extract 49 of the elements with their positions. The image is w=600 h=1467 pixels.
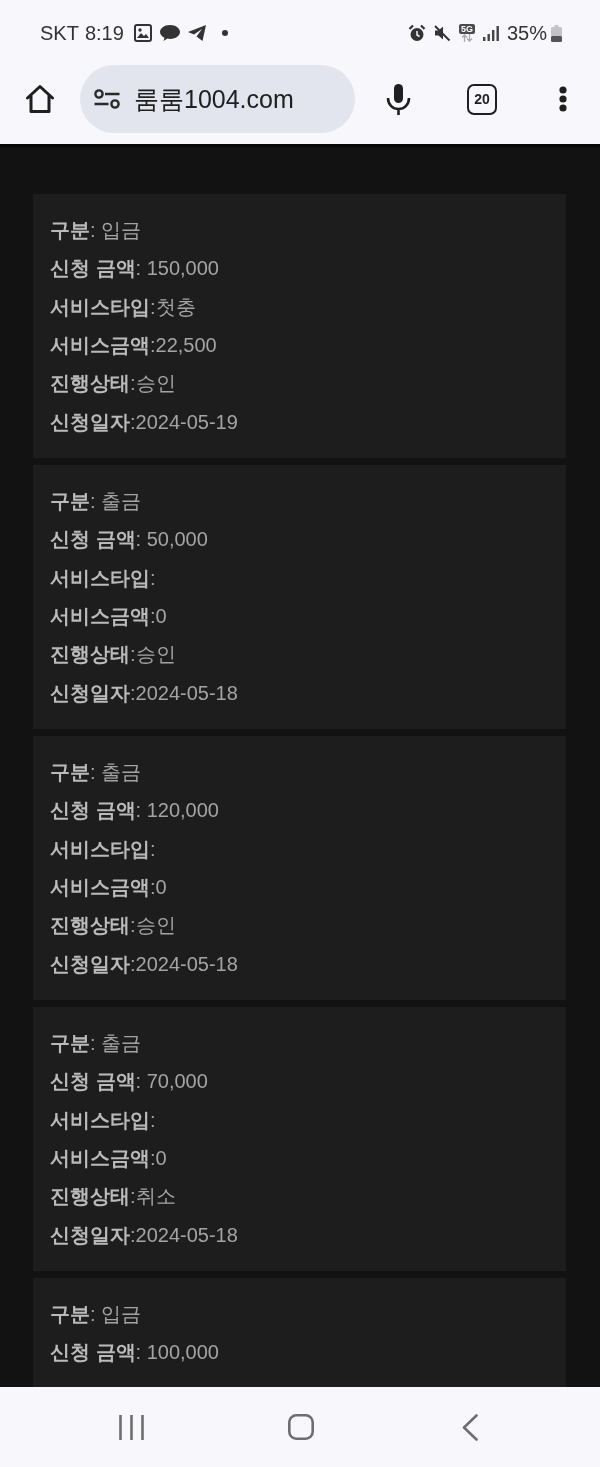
- signal-bars-icon: [482, 25, 499, 41]
- field-text: 신청일자:2024-05-19: [50, 409, 238, 435]
- field-text: 서비스금액:0: [50, 875, 167, 900]
- field-text: 신청일자:2024-05-18: [50, 680, 238, 706]
- field-text: 서비스타입:: [50, 836, 156, 862]
- field-text: 서비스타입:: [50, 1107, 156, 1133]
- url-text: 룸룸1004.com: [134, 83, 294, 115]
- battery-percent: 35%: [506, 21, 547, 45]
- back-icon[interactable]: [462, 1413, 478, 1441]
- field-text: 구분: 입금: [50, 1302, 142, 1327]
- field-text: 구분: 출금: [50, 1031, 142, 1056]
- field-text: 서비스타입:: [50, 565, 156, 591]
- home-button-icon[interactable]: [288, 1414, 314, 1440]
- field-text: 진행상태:승인: [50, 642, 176, 668]
- field-text: 신청 금액: 70,000: [50, 1069, 208, 1095]
- field-text: 구분: 출금: [50, 489, 142, 514]
- field-text: 진행상태:승인: [50, 371, 176, 397]
- home-icon[interactable]: [25, 84, 55, 114]
- clock-time: 8:19: [84, 21, 124, 45]
- field-text: 신청 금액: 100,000: [50, 1340, 219, 1366]
- field-text: 서비스금액:22,500: [50, 333, 217, 358]
- field-text: 신청 금액: 120,000: [50, 798, 219, 824]
- field-text: 신청 금액: 50,000: [50, 527, 208, 553]
- chat-bubble-icon: [158, 24, 181, 42]
- more-menu-icon[interactable]: [559, 86, 567, 112]
- muted-speaker-icon: [432, 24, 451, 42]
- field-text: 신청일자:2024-05-18: [50, 951, 238, 977]
- paper-plane-icon: [186, 24, 207, 42]
- field-text: 서비스금액:0: [50, 1146, 167, 1171]
- tab-count-button[interactable]: 20: [467, 83, 497, 115]
- recent-apps-icon[interactable]: [119, 1414, 144, 1440]
- field-text: 진행상태:취소: [50, 1184, 176, 1210]
- microphone-icon[interactable]: [386, 83, 411, 115]
- alarm-clock-icon: [407, 24, 426, 42]
- tune-icon[interactable]: [94, 89, 120, 109]
- notification-dot-icon: [221, 30, 228, 36]
- data-arrows-icon: [460, 34, 473, 42]
- field-text: 서비스타입:첫충: [50, 294, 196, 320]
- field-text: 진행상태:승인: [50, 913, 176, 939]
- address-bar[interactable]: 룸룸1004.com: [80, 65, 355, 133]
- field-text: 서비스금액:0: [50, 604, 167, 629]
- field-text: 신청일자:2024-05-18: [50, 1222, 238, 1248]
- battery-icon: [551, 24, 562, 42]
- field-text: 신청 금액: 150,000: [50, 256, 219, 282]
- field-text: 구분: 출금: [50, 760, 142, 785]
- field-text: 구분: 입금: [50, 218, 142, 243]
- carrier-text: SKT: [40, 21, 79, 45]
- network-type-label: 5G: [458, 24, 475, 34]
- image-icon: [133, 24, 152, 42]
